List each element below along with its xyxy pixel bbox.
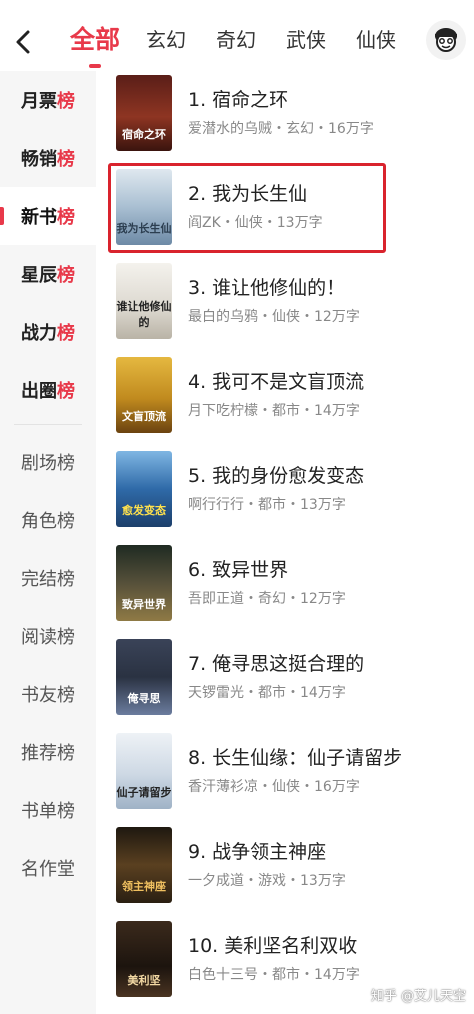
book-title: 10. 美利坚名利双收 <box>188 935 358 957</box>
book-cover: 致异世界 <box>116 545 172 621</box>
book-meta: 白色十三号・都市・14万字 <box>188 967 360 983</box>
cover-title: 谁让他修仙的 <box>116 300 172 329</box>
cover-title: 美利坚 <box>127 974 161 987</box>
book-row[interactable]: 俺寻思 7. 俺寻思这挺合理的 天锣雷光・都市・14万字 <box>96 635 474 729</box>
book-title: 8. 长生仙缘：仙子请留步 <box>188 747 403 769</box>
sidebar-item-breakout[interactable]: 出圈榜 <box>0 361 96 419</box>
book-cover: 宿命之环 <box>116 75 172 151</box>
sidebar-item-power[interactable]: 战力榜 <box>0 303 96 361</box>
book-title: 9. 战争领主神座 <box>188 841 327 863</box>
cover-title: 文盲顶流 <box>122 410 166 423</box>
book-row[interactable]: 文盲顶流 4. 我可不是文盲顶流 月下吃柠檬・都市・14万字 <box>96 353 474 447</box>
book-meta: 阎ZK・仙侠・13万字 <box>188 215 323 231</box>
sidebar-item-label: 出圈 <box>21 381 57 402</box>
back-button[interactable] <box>10 24 38 60</box>
cover-title: 致异世界 <box>122 598 166 611</box>
book-cover: 美利坚 <box>116 921 172 997</box>
book-title: 5. 我的身份愈发变态 <box>188 465 365 487</box>
sidebar-item-stars[interactable]: 星辰榜 <box>0 245 96 303</box>
tab-xianxia[interactable]: 仙侠 <box>356 0 396 80</box>
profile-button[interactable] <box>426 20 466 60</box>
book-row[interactable]: 领主神座 9. 战争领主神座 一夕成道・游戏・13万字 <box>96 823 474 917</box>
book-cover: 文盲顶流 <box>116 357 172 433</box>
sidebar-item-suffix: 榜 <box>57 91 75 112</box>
sidebar-item-reading[interactable]: 阅读榜 <box>0 607 96 665</box>
book-cover: 俺寻思 <box>116 639 172 715</box>
book-title: 1. 宿命之环 <box>188 89 289 111</box>
sidebar-item-suffix: 榜 <box>57 207 75 228</box>
book-title: 7. 俺寻思这挺合理的 <box>188 653 365 675</box>
sidebar-item-label: 战力 <box>21 323 57 344</box>
sidebar-item-suffix: 榜 <box>57 265 75 286</box>
cover-title: 愈发变态 <box>122 504 166 517</box>
book-meta: 吾即正道・奇幻・12万字 <box>188 591 346 607</box>
sidebar-item-new-books[interactable]: 新书榜 <box>0 187 96 245</box>
book-meta: 月下吃柠檬・都市・14万字 <box>188 403 360 419</box>
book-title: 4. 我可不是文盲顶流 <box>188 371 365 393</box>
active-marker <box>0 207 4 225</box>
sidebar-item-bestseller[interactable]: 畅销榜 <box>0 129 96 187</box>
top-bar: 全部 玄幻 奇幻 武侠 仙侠 <box>0 0 474 80</box>
book-cover: 愈发变态 <box>116 451 172 527</box>
cover-title: 俺寻思 <box>127 692 161 705</box>
sidebar-item-theater[interactable]: 剧场榜 <box>0 433 96 491</box>
book-title: 2. 我为长生仙 <box>188 183 308 205</box>
sidebar-item-suffix: 榜 <box>57 323 75 344</box>
sidebar-item-label: 畅销 <box>21 149 57 170</box>
book-cover: 领主神座 <box>116 827 172 903</box>
book-meta: 啊行行行・都市・13万字 <box>188 497 346 513</box>
tab-xuanhuan[interactable]: 玄幻 <box>146 0 186 80</box>
category-tabs: 全部 玄幻 奇幻 武侠 仙侠 <box>70 0 426 80</box>
book-cover: 我为长生仙 <box>116 169 172 245</box>
sidebar-item-suffix: 榜 <box>57 149 75 170</box>
ranking-sidebar: 月票榜 畅销榜 新书榜 星辰榜 战力榜 出圈榜 剧场榜 角色榜 完结榜 阅读榜 … <box>0 71 96 1014</box>
book-meta: 香汗薄衫凉・仙侠・16万字 <box>188 779 360 795</box>
tab-qihuan[interactable]: 奇幻 <box>216 0 256 80</box>
watermark: 知乎 @艾儿天空 <box>370 989 466 1004</box>
sidebar-item-character[interactable]: 角色榜 <box>0 491 96 549</box>
book-cover: 谁让他修仙的 <box>116 263 172 339</box>
book-row[interactable]: 致异世界 6. 致异世界 吾即正道・奇幻・12万字 <box>96 541 474 635</box>
book-row[interactable]: 仙子请留步 8. 长生仙缘：仙子请留步 香汗薄衫凉・仙侠・16万字 <box>96 729 474 823</box>
book-meta: 爱潜水的乌贼・玄幻・16万字 <box>188 121 374 137</box>
sidebar-item-booklist[interactable]: 书单榜 <box>0 781 96 839</box>
book-title: 6. 致异世界 <box>188 559 289 581</box>
book-meta: 最白的乌鸦・仙侠・12万字 <box>188 309 360 325</box>
tab-all[interactable]: 全部 <box>70 0 120 80</box>
sidebar-item-completed[interactable]: 完结榜 <box>0 549 96 607</box>
sidebar-item-suffix: 榜 <box>57 381 75 402</box>
book-meta: 一夕成道・游戏・13万字 <box>188 873 346 889</box>
avatar-icon <box>435 28 457 52</box>
book-title: 3. 谁让他修仙的！ <box>188 277 346 299</box>
sidebar-item-recommend[interactable]: 推荐榜 <box>0 723 96 781</box>
book-row[interactable]: 宿命之环 1. 宿命之环 爱潜水的乌贼・玄幻・16万字 <box>96 71 474 165</box>
chevron-left-icon <box>16 30 30 54</box>
sidebar-item-label: 月票 <box>21 91 57 112</box>
book-meta: 天锣雷光・都市・14万字 <box>188 685 346 701</box>
sidebar-item-masterpiece[interactable]: 名作堂 <box>0 839 96 897</box>
book-row[interactable]: 愈发变态 5. 我的身份愈发变态 啊行行行・都市・13万字 <box>96 447 474 541</box>
book-row[interactable]: 我为长生仙 2. 我为长生仙 阎ZK・仙侠・13万字 <box>96 165 474 259</box>
sidebar-divider <box>14 424 82 425</box>
cover-title: 仙子请留步 <box>116 786 172 799</box>
sidebar-item-monthly-ticket[interactable]: 月票榜 <box>0 71 96 129</box>
book-row[interactable]: 谁让他修仙的 3. 谁让他修仙的！ 最白的乌鸦・仙侠・12万字 <box>96 259 474 353</box>
book-cover: 仙子请留步 <box>116 733 172 809</box>
book-ranking-list: 宿命之环 1. 宿命之环 爱潜水的乌贼・玄幻・16万字 我为长生仙 2. 我为长… <box>96 71 474 1014</box>
cover-title: 领主神座 <box>122 880 166 893</box>
cover-title: 宿命之环 <box>122 128 166 141</box>
sidebar-item-readers[interactable]: 书友榜 <box>0 665 96 723</box>
sidebar-item-label: 新书 <box>21 207 57 228</box>
sidebar-item-label: 星辰 <box>21 265 57 286</box>
cover-title: 我为长生仙 <box>116 222 172 235</box>
tab-wuxia[interactable]: 武侠 <box>286 0 326 80</box>
